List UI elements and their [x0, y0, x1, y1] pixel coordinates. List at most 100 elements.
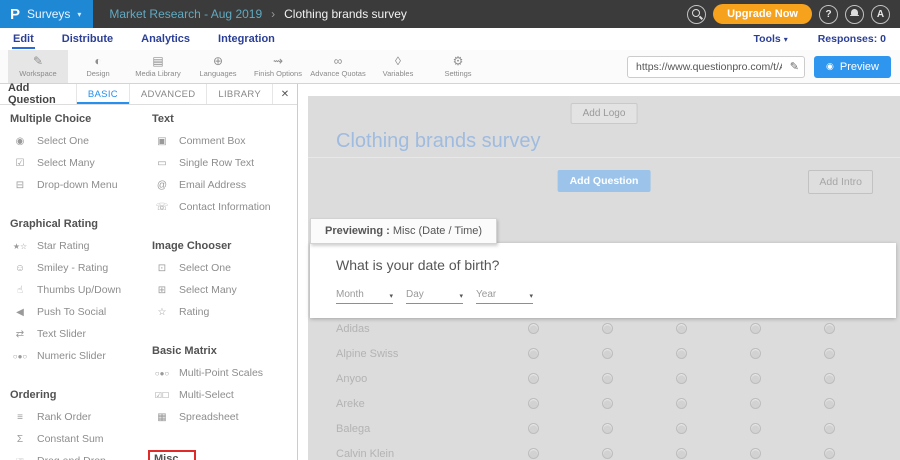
toolbar-tile[interactable]: ⇝ Finish Options [248, 50, 308, 83]
radio-button [602, 398, 613, 409]
date-dropdown[interactable]: Year ▾ [476, 289, 533, 304]
question-type-item[interactable]: ◀ Push To Social [10, 306, 152, 318]
matrix-cells [496, 323, 866, 334]
languages-icon: ⊕ [213, 55, 223, 68]
previewing-subject: Misc (Date / Time) [390, 225, 482, 237]
question-type-item[interactable]: ☝ Thumbs Up/Down [10, 284, 152, 296]
toolbar-tile[interactable]: ▤ Media Library [128, 50, 188, 83]
toolbar-tile[interactable]: ∞ Advance Quotas [308, 50, 368, 83]
menu-item[interactable]: Analytics [140, 30, 191, 49]
toolbar-tile-label: Advance Quotas [310, 69, 365, 78]
question-type-label: Comment Box [179, 135, 246, 147]
panel-tab[interactable]: BASIC [76, 84, 129, 104]
radio-button [676, 373, 687, 384]
question-type-item[interactable]: ○●○ Numeric Slider [10, 350, 152, 362]
question-type-section: Text ▣ Comment Box [152, 113, 294, 213]
chevron-down-icon: ▾ [459, 292, 463, 300]
question-type-inner: @ Email Address [152, 179, 246, 191]
question-type-inner: ≡ Rank Order [10, 411, 91, 423]
finish-options-icon: ⇝ [273, 55, 283, 68]
question-type-inner: ▦ Spreadsheet [152, 411, 239, 423]
question-type-inner: ☝ Thumbs Up/Down [10, 284, 121, 296]
question-type-item[interactable]: ⊡ Select One [152, 262, 294, 274]
survey-url-input[interactable] [627, 56, 805, 78]
question-type-inner: ☑☐ Multi-Select [152, 389, 234, 401]
question-type-item[interactable]: ▣ Comment Box [152, 135, 294, 147]
chevron-down-icon: ▾ [784, 35, 788, 44]
toolbar-right: ✎ ◉ Preview [627, 50, 900, 83]
breadcrumb-folder[interactable]: Market Research - Aug 2019 [109, 7, 262, 21]
tools-menu[interactable]: Tools ▾ [754, 33, 788, 45]
question-type-inner: ☑ Select Many [10, 157, 95, 169]
question-type-item[interactable]: ☺ Smiley - Rating [10, 262, 152, 274]
question-type-item[interactable]: ★☆ Star Rating [10, 240, 152, 252]
avatar-button[interactable]: A [871, 5, 890, 24]
breadcrumb: Market Research - Aug 2019 › Clothing br… [109, 7, 406, 21]
question-type-item[interactable]: ☑ Select Many [10, 157, 152, 169]
question-type-inner: ☏ Contact Information [152, 201, 271, 213]
date-dropdown[interactable]: Day ▾ [406, 289, 463, 304]
question-type-item[interactable]: ⊟ Drop-down Menu [10, 179, 152, 191]
toolbar-tile[interactable]: ◊ Variables [368, 50, 428, 83]
menu-item[interactable]: Integration [217, 30, 276, 49]
toolbar-tile-label: Workspace [19, 69, 56, 78]
image-rating-icon: ☆ [152, 307, 172, 318]
radio-button [602, 423, 613, 434]
question-type-item[interactable]: ⇄ Text Slider [10, 328, 152, 340]
radio-button [602, 348, 613, 359]
edit-url-icon[interactable]: ✎ [790, 60, 799, 73]
question-type-label: Spreadsheet [179, 411, 239, 423]
toolbar-tile[interactable]: ◐ Design [68, 50, 128, 83]
menu-item[interactable]: Edit [12, 30, 35, 49]
radio-button [676, 398, 687, 409]
previewing-tab: Previewing : Misc (Date / Time) [310, 218, 497, 244]
toolbar: ✎ Workspace ◐ Design ▤ Media Library ⊕ L… [0, 50, 900, 84]
question-type-item[interactable]: ▭ Single Row Text [152, 157, 294, 169]
upgrade-now-button[interactable]: Upgrade Now [713, 4, 812, 24]
help-button[interactable]: ? [819, 5, 838, 24]
toolbar-tile[interactable]: ⊕ Languages [188, 50, 248, 83]
brand-label: Balega [336, 423, 496, 435]
toolbar-tile[interactable]: ⚙ Settings [428, 50, 488, 83]
notifications-button[interactable] [845, 5, 864, 24]
image-select-many-icon: ⊞ [152, 285, 172, 296]
preview-button[interactable]: ◉ Preview [814, 56, 891, 78]
date-dropdown-label: Year [476, 289, 496, 300]
question-type-item[interactable]: ≡ Rank Order [10, 411, 152, 423]
question-type-item[interactable]: ☑☐ Multi-Select [152, 389, 294, 401]
question-type-item[interactable]: ☞ Drag and Drop [10, 455, 152, 460]
question-type-item[interactable]: ▦ Spreadsheet [152, 411, 294, 423]
add-intro-button: Add Intro [808, 170, 873, 194]
question-type-item[interactable]: ☆ Rating [152, 306, 294, 318]
responses-count[interactable]: Responses: 0 [818, 33, 886, 45]
question-type-item[interactable]: ⊞ Select Many [152, 284, 294, 296]
search-button[interactable] [687, 5, 706, 24]
contact-information-icon: ☏ [152, 202, 172, 213]
question-type-inner: ⊟ Drop-down Menu [10, 179, 118, 191]
survey-url-wrap: ✎ [627, 56, 805, 78]
question-type-item[interactable]: @ Email Address [152, 179, 294, 191]
panel-tab[interactable]: LIBRARY [206, 84, 272, 104]
close-icon[interactable]: ✕ [272, 84, 297, 104]
question-type-label: Thumbs Up/Down [37, 284, 121, 296]
radio-button [528, 448, 539, 459]
product-switcher[interactable]: P Surveys ▾ [0, 0, 93, 28]
radio-button [750, 448, 761, 459]
panel-tab[interactable]: ADVANCED [129, 84, 206, 104]
question-type-item[interactable]: ○●○ Multi-Point Scales [152, 367, 294, 379]
question-type-label: Contact Information [179, 201, 271, 213]
search-icon [692, 9, 700, 17]
toolbar-tile[interactable]: ✎ Workspace [8, 50, 68, 83]
radio-button [824, 398, 835, 409]
question-type-item[interactable]: ◉ Select One [10, 135, 152, 147]
image-select-one-icon: ⊡ [152, 263, 172, 274]
brand-label: Adidas [336, 323, 496, 335]
question-type-label: Numeric Slider [37, 350, 106, 362]
question-type-inner: ○●○ Multi-Point Scales [152, 367, 263, 379]
menu-item[interactable]: Distribute [61, 30, 114, 49]
select-one-icon: ◉ [10, 136, 30, 147]
question-type-item[interactable]: ☏ Contact Information [152, 201, 294, 213]
date-dropdown[interactable]: Month ▾ [336, 289, 393, 304]
constant-sum-icon: Σ [10, 434, 30, 445]
question-type-item[interactable]: Σ Constant Sum [10, 433, 152, 445]
